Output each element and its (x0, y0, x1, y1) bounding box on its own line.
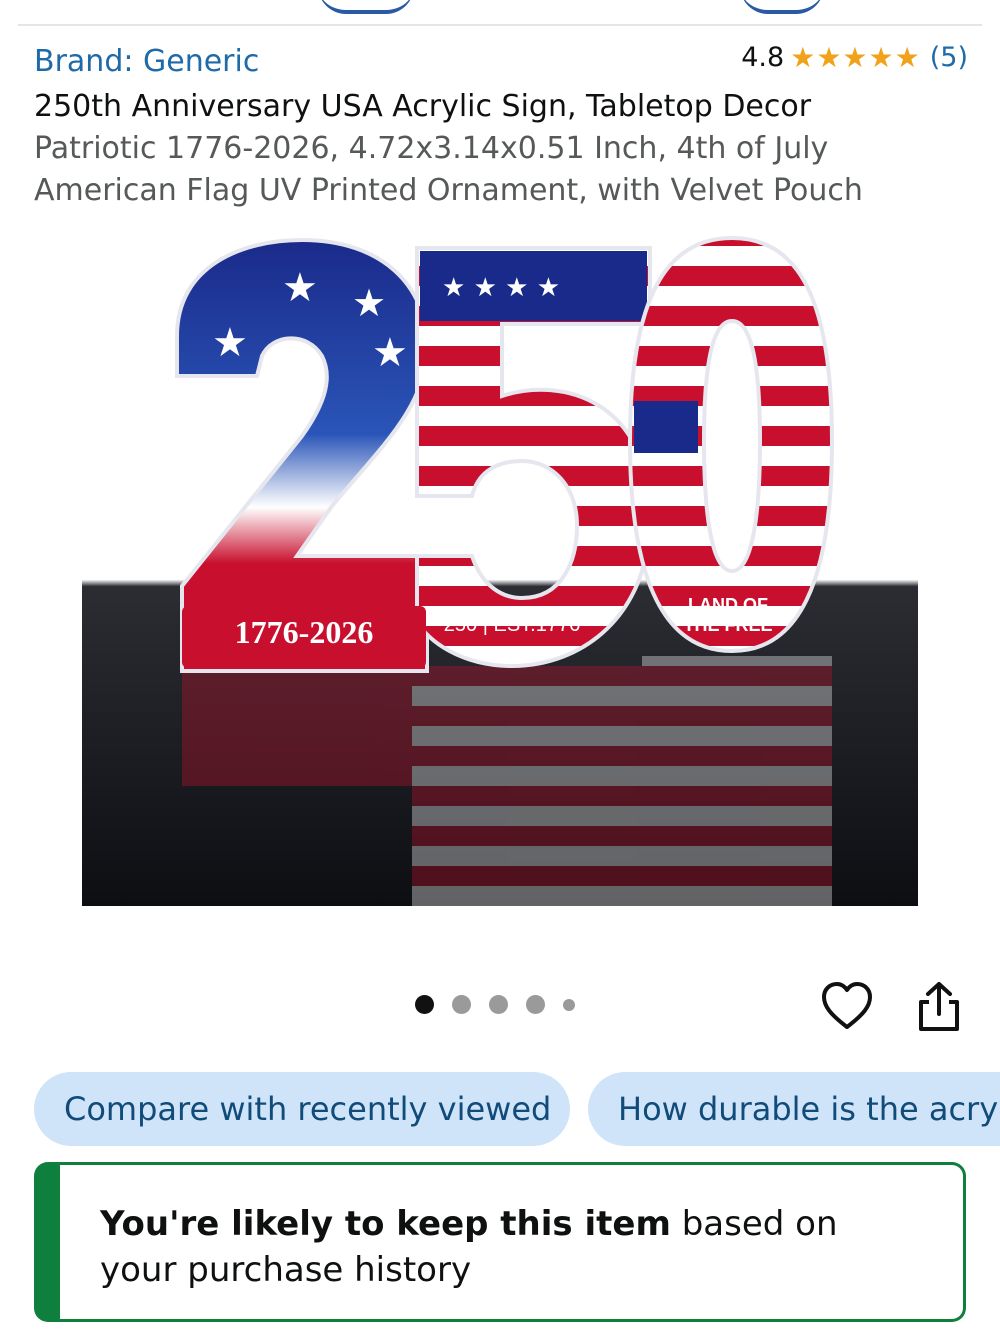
thumbnail-edge (740, 0, 824, 14)
rating-summary[interactable]: 4.8 ★ ★ ★ ★ ★ (5) (741, 42, 968, 73)
pager-dot-active[interactable] (415, 995, 434, 1014)
est-label: 250 | EST.1776 (444, 614, 580, 636)
keep-banner-bold: You're likely to keep this item (100, 1204, 671, 1244)
svg-text:★ ★ ★ ★: ★ ★ ★ ★ (442, 273, 560, 303)
zero-flag-canton (634, 401, 698, 453)
star-icon: ★ (894, 40, 920, 74)
product-image[interactable]: ★ ★ ★ ★ ★ ★ ★ ★ 1776-2026 250 | EST.1776… (82, 226, 918, 906)
question-chip[interactable]: How durable is the acryl (588, 1072, 1000, 1146)
brand-link[interactable]: Brand: Generic (34, 44, 259, 79)
star-icon: ★ (842, 40, 868, 74)
svg-text:★: ★ (282, 265, 318, 311)
star-icon: ★ (816, 40, 842, 74)
product-title: 250th Anniversary USA Acrylic Sign, Tabl… (34, 86, 974, 212)
product-title-main: 250th Anniversary USA Acrylic Sign, Tabl… (34, 89, 812, 124)
rating-stars: ★ ★ ★ ★ ★ (790, 40, 920, 74)
previous-section-strip (0, 0, 1000, 26)
compare-chip[interactable]: Compare with recently viewed (34, 1072, 570, 1146)
svg-text:★: ★ (352, 281, 386, 325)
product-title-detail: Patriotic 1776-2026, 4.72x3.14x0.51 Inch… (34, 131, 863, 208)
pager-dot[interactable] (489, 995, 508, 1014)
thumbnail-edge (318, 0, 414, 14)
land-label-1: LAND OF (688, 595, 768, 615)
star-icon: ★ (790, 40, 816, 74)
pager-dot[interactable] (563, 998, 575, 1011)
pager-dot[interactable] (526, 995, 545, 1014)
pager-dot[interactable] (452, 995, 471, 1014)
rating-count[interactable]: (5) (930, 42, 968, 73)
image-pager[interactable] (415, 995, 575, 1014)
star-icon: ★ (868, 40, 894, 74)
share-icon[interactable] (914, 980, 964, 1034)
heart-icon[interactable] (820, 980, 874, 1034)
keep-item-banner: You're likely to keep this item based on… (34, 1162, 966, 1322)
land-label-2: THE FREE (683, 615, 772, 635)
divider (18, 24, 982, 26)
svg-text:★: ★ (212, 320, 248, 366)
svg-text:★: ★ (372, 330, 408, 376)
year-range-label: 1776-2026 (235, 614, 374, 650)
rating-value: 4.8 (741, 42, 785, 73)
